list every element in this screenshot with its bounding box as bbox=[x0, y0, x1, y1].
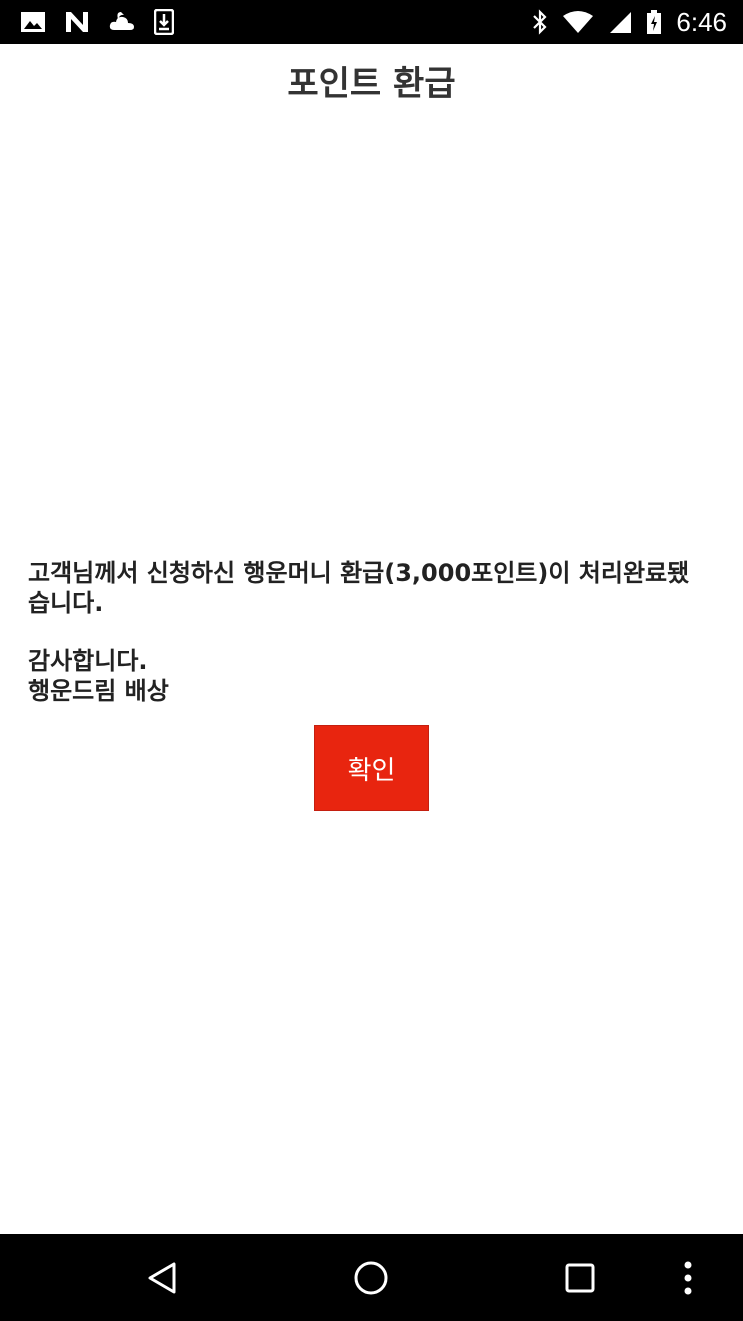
navigation-bar bbox=[0, 1234, 743, 1321]
download-icon bbox=[154, 9, 174, 35]
message-spacer bbox=[28, 618, 718, 646]
cell-signal-icon bbox=[610, 12, 632, 33]
recents-icon bbox=[565, 1263, 595, 1292]
refund-message: 고객님께서 신청하신 행운머니 환급(3,000포인트)이 처리완료됐 습니다.… bbox=[28, 558, 718, 706]
message-line-1: 고객님께서 신청하신 행운머니 환급(3,000포인트)이 처리완료됐 bbox=[28, 559, 690, 587]
more-button[interactable] bbox=[668, 1234, 708, 1321]
recents-button[interactable] bbox=[550, 1234, 610, 1321]
confirm-button[interactable]: 확인 bbox=[314, 725, 429, 811]
more-icon bbox=[684, 1261, 692, 1294]
message-line-4: 행운드림 배상 bbox=[28, 677, 169, 705]
status-time: 6:46 bbox=[676, 6, 727, 37]
status-left-icons bbox=[20, 8, 174, 36]
page-title: 포인트 환급 bbox=[287, 64, 456, 104]
wifi-icon bbox=[563, 11, 594, 33]
status-right-icons: 6:46 bbox=[532, 6, 727, 37]
back-icon bbox=[148, 1262, 176, 1293]
home-icon bbox=[354, 1261, 388, 1294]
image-icon bbox=[21, 12, 45, 32]
battery-icon bbox=[647, 10, 662, 34]
cloud-weather-icon bbox=[109, 12, 134, 30]
bluetooth-icon bbox=[533, 9, 547, 35]
home-button[interactable] bbox=[341, 1234, 401, 1321]
message-line-2: 습니다. bbox=[28, 589, 104, 617]
back-button[interactable] bbox=[132, 1234, 192, 1321]
n-notification-icon bbox=[66, 12, 88, 32]
message-line-3: 감사합니다. bbox=[28, 647, 148, 675]
status-bar: 6:46 bbox=[0, 0, 743, 44]
